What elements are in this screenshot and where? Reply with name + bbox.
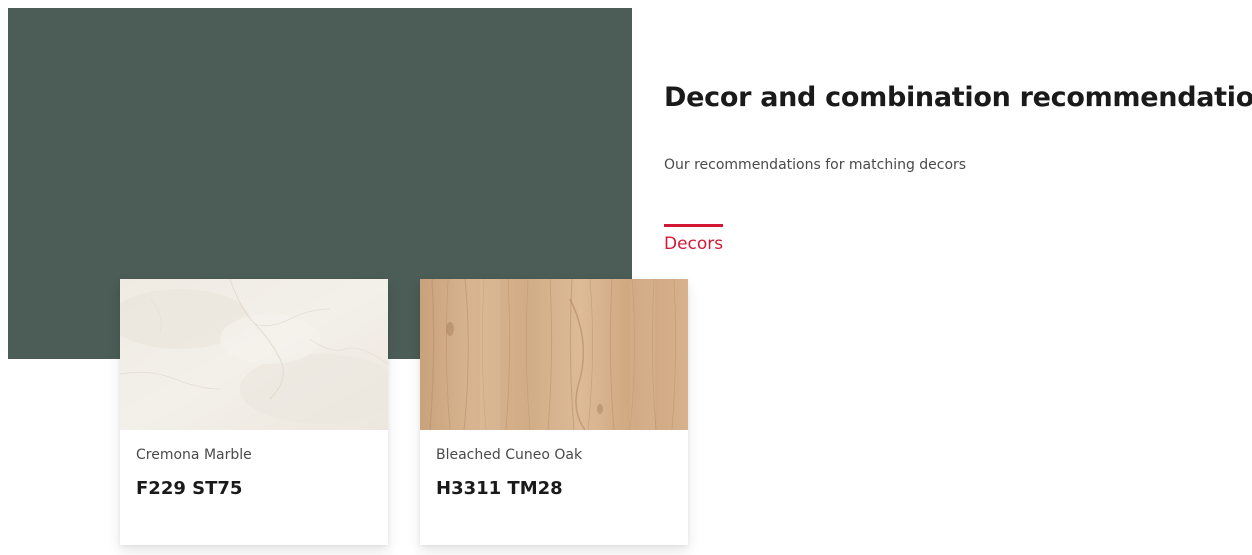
page: Decor and combination recommendations Ou…: [0, 0, 1252, 555]
oak-wood-texture: [420, 279, 688, 430]
decor-name: Bleached Cuneo Oak: [436, 447, 583, 463]
decor-name: Cremona Marble: [136, 447, 252, 463]
decor-code: H3311 TM28: [436, 478, 563, 499]
decor-code: F229 ST75: [136, 478, 243, 499]
marble-texture: [120, 279, 388, 430]
decor-card-bleached-cuneo-oak[interactable]: Bleached Cuneo Oak H3311 TM28: [420, 279, 688, 545]
decor-card-cremona-marble[interactable]: Cremona Marble F229 ST75: [120, 279, 388, 545]
tab-decors[interactable]: Decors: [664, 224, 724, 255]
section-subtitle: Our recommendations for matching decors: [664, 157, 967, 173]
section-title: Decor and combination recommendations: [664, 82, 1252, 113]
